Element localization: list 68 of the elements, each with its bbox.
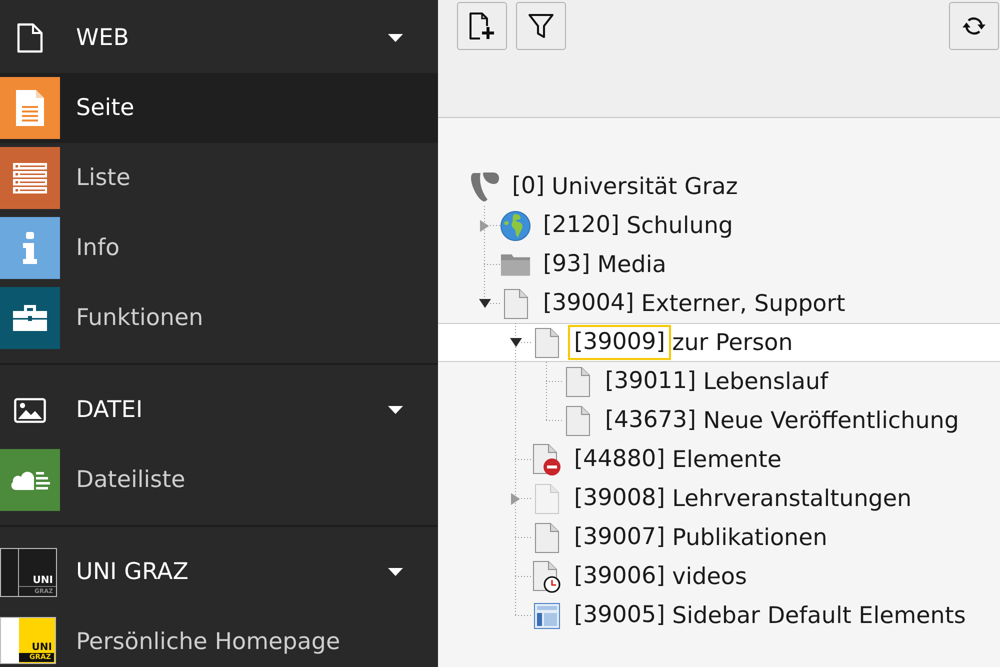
page-icon <box>534 522 558 552</box>
page-title: videos <box>672 562 747 590</box>
globe-icon <box>500 210 531 242</box>
image-icon <box>14 398 46 422</box>
module-item[interactable]: Info <box>0 213 438 283</box>
page-id: [39011] <box>604 367 698 396</box>
page-id: [39007] <box>573 523 666 552</box>
new-page-button[interactable] <box>457 2 507 50</box>
page-title: Lebenslauf <box>703 368 828 396</box>
page-title: Lehrveranstaltungen <box>672 484 912 512</box>
layout-icon <box>534 602 560 628</box>
logo-icon <box>470 171 500 202</box>
tree-row[interactable]: [39005] Sidebar Default Elements <box>438 596 1000 635</box>
tree-row[interactable]: [39009] zur Person <box>438 323 1000 362</box>
page-title: Publikationen <box>672 524 828 552</box>
refresh-button[interactable] <box>949 2 999 50</box>
page-id: [39008] <box>573 484 666 513</box>
page-id: [2120] <box>542 211 620 240</box>
page-title: Externer, Support <box>641 290 846 318</box>
page-icon <box>534 484 558 514</box>
tree-row[interactable]: [93] Media <box>438 245 1000 284</box>
page-id: [39004] <box>542 289 636 318</box>
tree-row[interactable]: [39006] videos <box>438 557 1000 596</box>
filter-button[interactable] <box>516 2 566 50</box>
tree-row[interactable]: [39008] Lehrveranstaltungen <box>438 479 1000 518</box>
page-minus-icon <box>532 444 560 476</box>
tree-row[interactable]: [39011] Lebenslauf <box>438 362 1000 401</box>
page-title: zur Person <box>672 328 793 356</box>
expand-toggle[interactable] <box>510 338 522 347</box>
page-icon <box>566 406 590 436</box>
tree-row[interactable]: [39004] Externer, Support <box>438 284 1000 323</box>
page-id: [39005] <box>573 601 666 630</box>
page-icon <box>534 328 558 358</box>
page-icon <box>566 366 590 396</box>
page-title: Elemente <box>672 446 782 474</box>
tree-row[interactable]: [44880] Elemente <box>438 440 1000 479</box>
module-item[interactable]: Dateiliste <box>0 445 438 515</box>
page-title: Schulung <box>626 212 734 240</box>
page-title: Sidebar Default Elements <box>672 602 966 630</box>
module-item[interactable]: Liste <box>0 143 438 213</box>
tree-row[interactable]: [39007] Publikationen <box>438 518 1000 557</box>
page-title: Media <box>597 250 666 278</box>
page-clock-icon <box>532 560 560 592</box>
logo-text: UNI <box>30 642 53 653</box>
expand-toggle[interactable] <box>511 492 520 504</box>
page-title: Neue Veröffentlichung <box>703 406 959 434</box>
expand-toggle[interactable] <box>478 299 490 308</box>
page-id: [39006] <box>573 562 666 591</box>
page-id: [39009] <box>568 325 672 360</box>
page-id: [93] <box>542 250 592 279</box>
page-id: [44880] <box>573 445 666 474</box>
page-id: [0] <box>511 172 546 201</box>
filter-icon <box>528 13 554 39</box>
document-icon <box>17 23 43 53</box>
module-group-header[interactable]: WEB <box>0 3 438 73</box>
module-item[interactable]: Funktionen <box>0 283 438 353</box>
folder-icon <box>500 252 531 276</box>
expand-toggle[interactable] <box>480 220 489 232</box>
page-icon <box>504 288 528 318</box>
page-title: Universität Graz <box>552 172 738 200</box>
module-item[interactable]: Seite <box>0 73 438 143</box>
tree-row[interactable]: [43673] Neue Veröffentlichung <box>438 401 1000 440</box>
tree-row[interactable]: [2120] Schulung <box>438 206 1000 245</box>
module-group-header[interactable]: DATEI <box>0 375 438 445</box>
add-document-icon <box>469 12 495 40</box>
logo-text: UNI <box>19 574 56 586</box>
tree-row[interactable]: [0] Universität Graz <box>438 167 1000 206</box>
page-id: [43673] <box>604 406 698 435</box>
